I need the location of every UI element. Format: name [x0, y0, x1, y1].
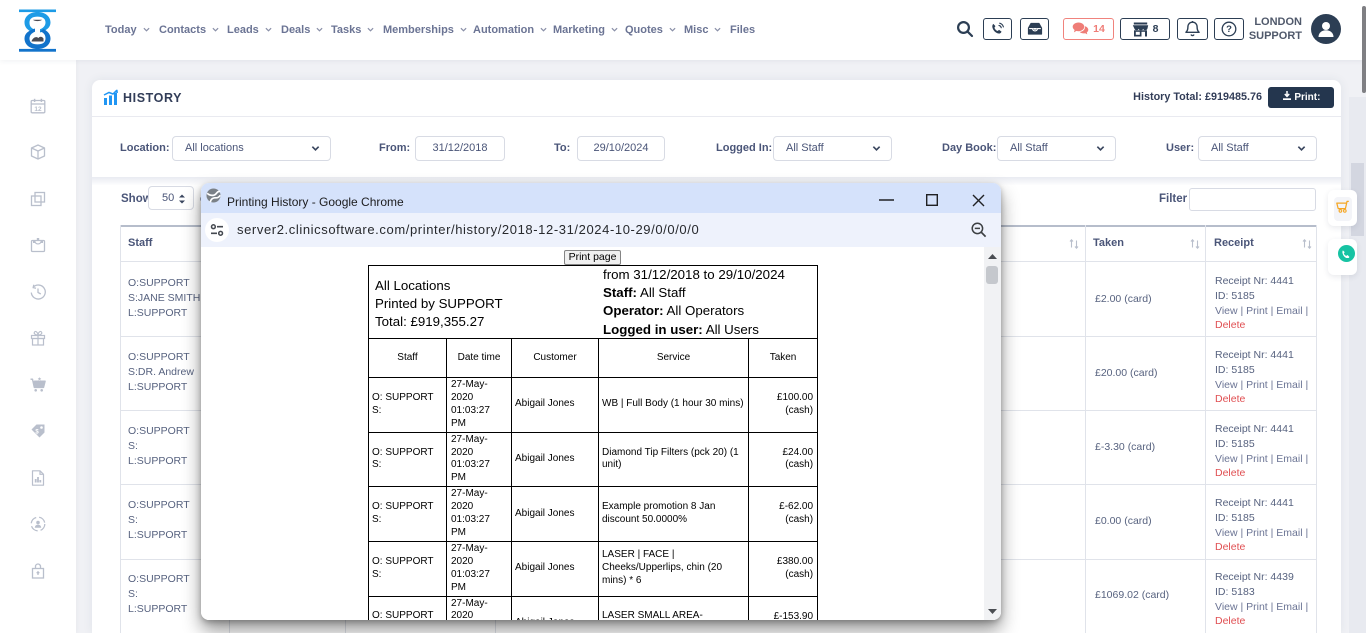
svg-text:12: 12: [34, 106, 42, 113]
svg-text:?: ?: [1226, 24, 1232, 35]
